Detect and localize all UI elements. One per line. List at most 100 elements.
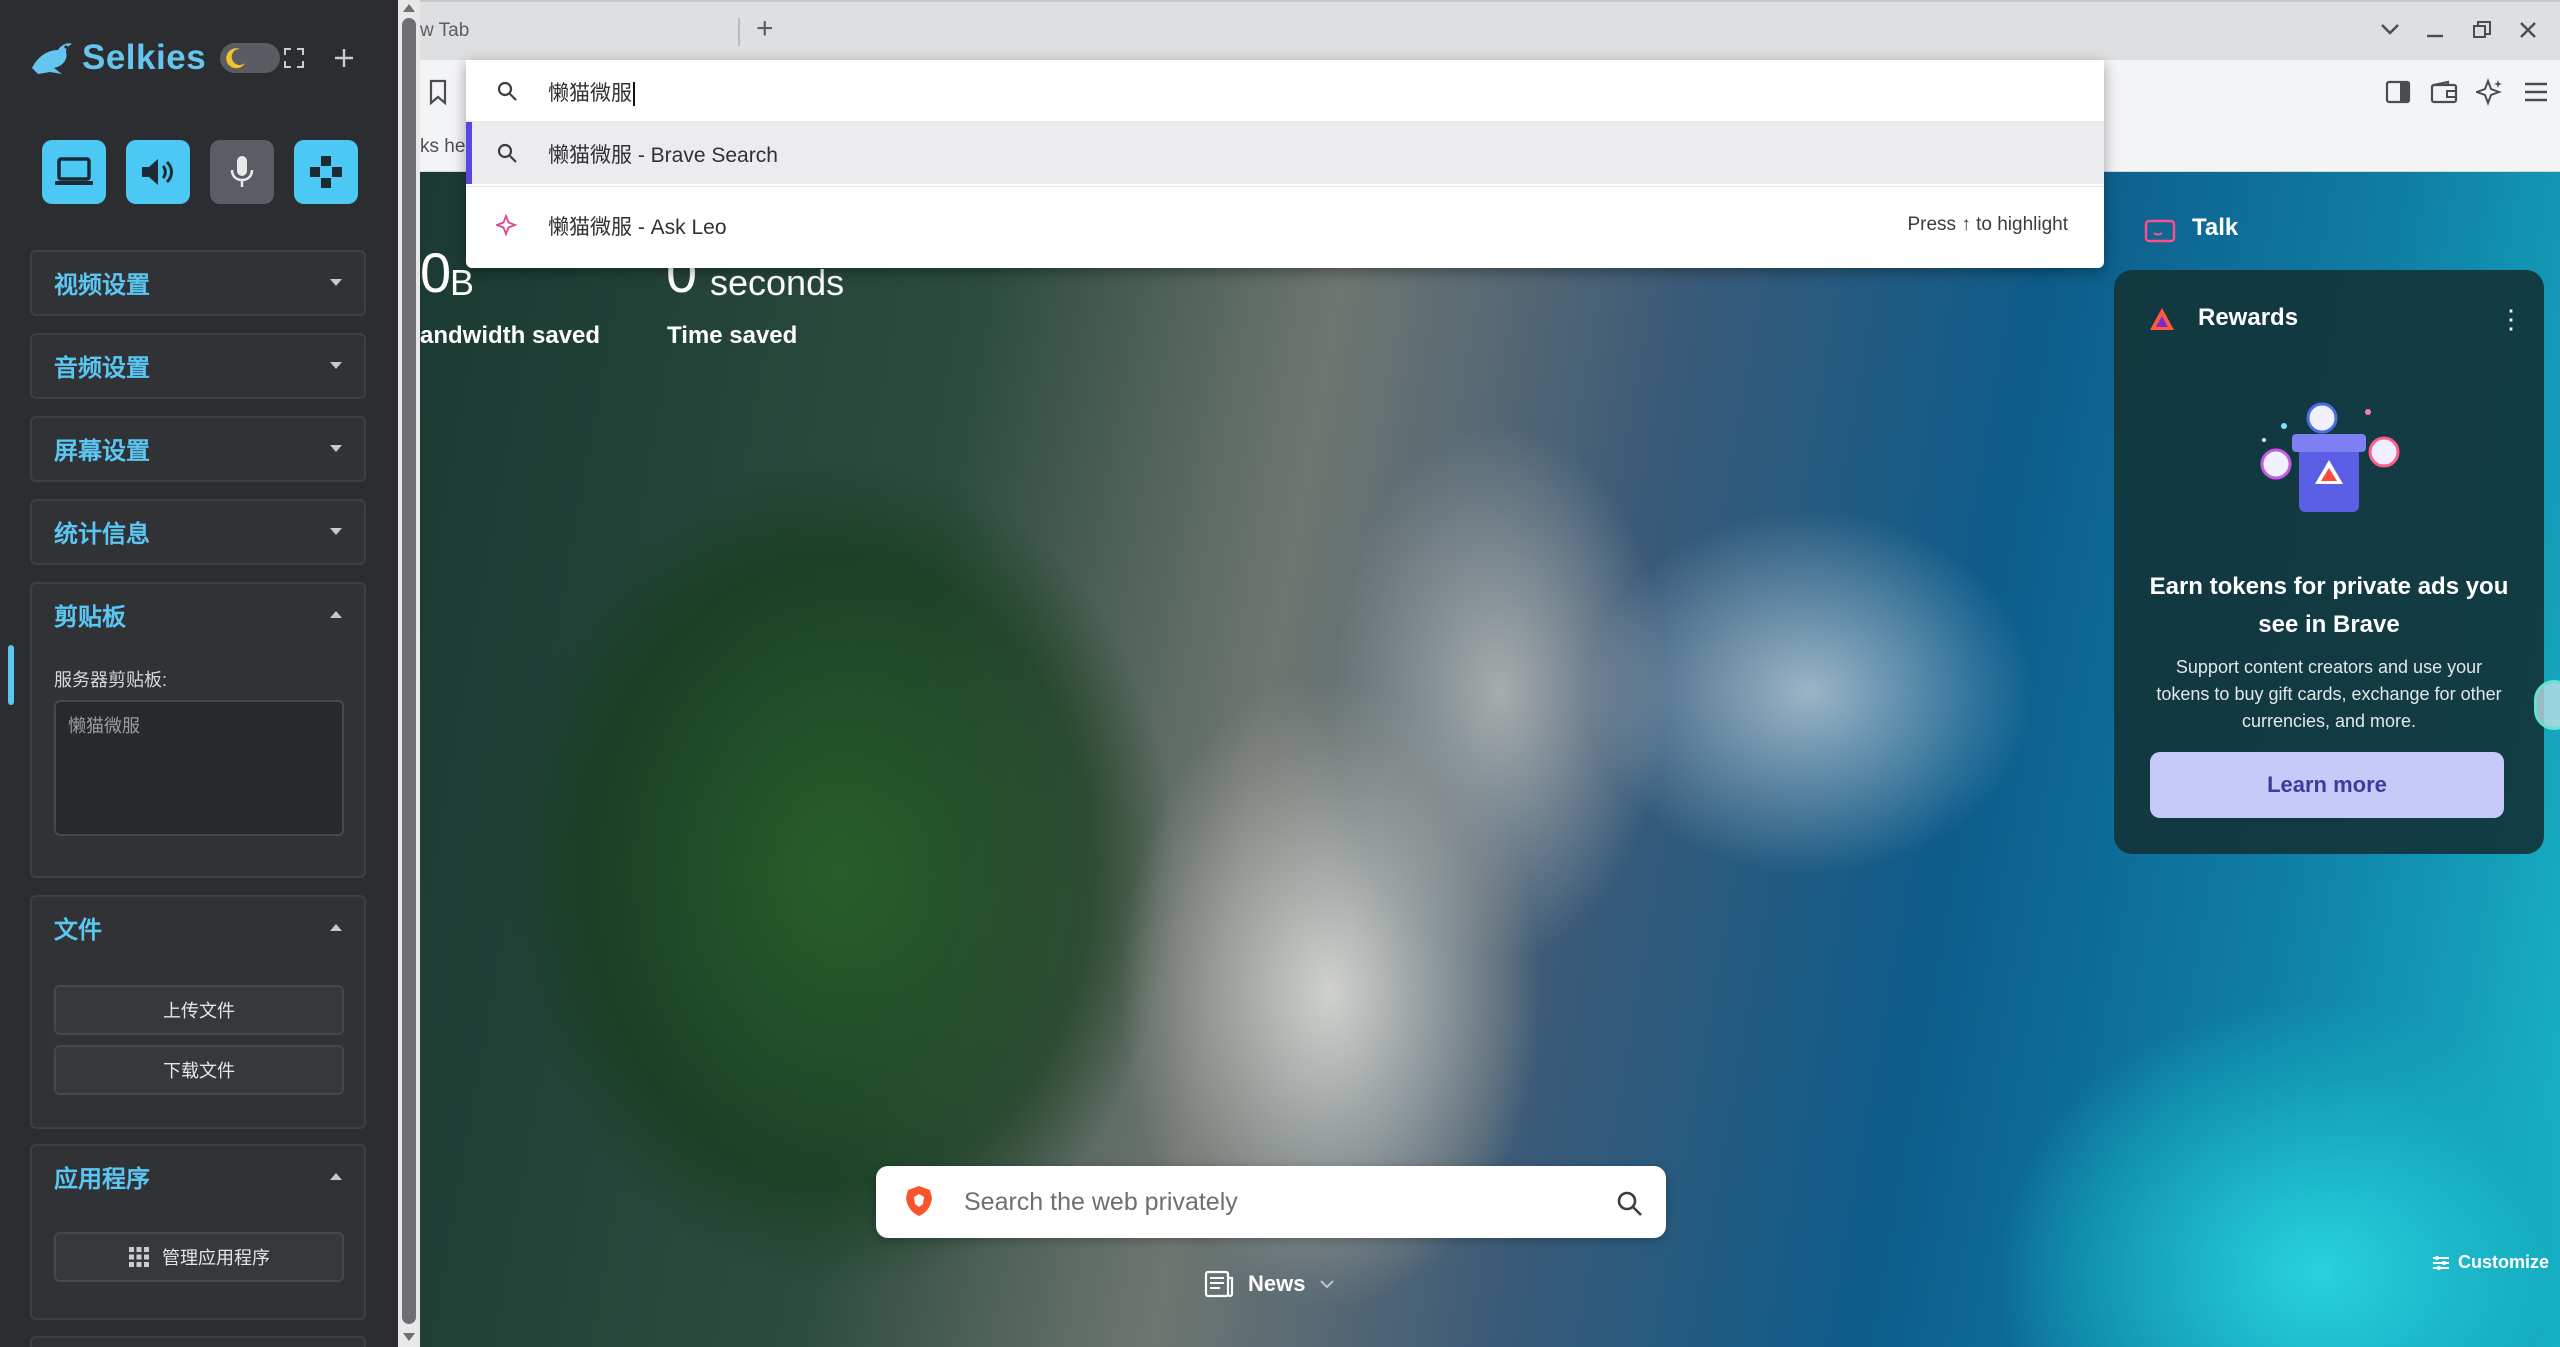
omnibox-dropdown: 懒猫微服 懒猫微服 - Brave Search 懒猫微服 - Ask Leo … xyxy=(466,60,2104,268)
panel-title: 视频设置 xyxy=(54,271,150,299)
server-clipboard-textarea[interactable]: 懒猫微服 xyxy=(54,700,344,836)
seal-logo-icon xyxy=(32,43,72,74)
screen-settings-panel[interactable]: 屏幕设置 xyxy=(30,416,366,482)
rewards-headline: Earn tokens for private ads you see in B… xyxy=(2149,573,2509,638)
active-indicator xyxy=(8,645,14,705)
next-panel[interactable] xyxy=(30,1336,366,1347)
microphone-toggle-button[interactable] xyxy=(210,140,274,204)
tab-separator xyxy=(738,18,740,46)
sidebar-scrollbar[interactable] xyxy=(398,0,420,1347)
tab-search-chevron-icon[interactable] xyxy=(2380,22,2400,36)
bandwidth-saved-label: andwidth saved xyxy=(420,322,601,349)
manage-apps-label: 管理应用程序 xyxy=(162,1248,270,1268)
video-settings-panel[interactable]: 视频设置 xyxy=(30,250,366,316)
suggestion-ask-leo[interactable]: 懒猫微服 - Ask Leo Press ↑ to highlight xyxy=(466,194,2104,256)
apps-panel: 应用程序 管理应用程序 xyxy=(30,1144,366,1320)
highlight-hint: Press ↑ to highlight xyxy=(1907,214,2068,235)
search-box[interactable]: Search the web privately xyxy=(876,1166,1666,1238)
time-saved-unit: seconds xyxy=(710,262,845,303)
panel-title: 文件 xyxy=(54,916,102,944)
wallet-icon[interactable] xyxy=(2426,74,2462,110)
fullscreen-icon[interactable] xyxy=(278,42,310,74)
clipboard-panel-header[interactable]: 剪贴板 xyxy=(32,584,364,644)
download-file-button[interactable]: 下载文件 xyxy=(54,1045,344,1095)
rewards-illustration-icon xyxy=(2260,402,2400,512)
microphone-icon xyxy=(230,156,254,187)
upload-file-label: 上传文件 xyxy=(163,1001,235,1021)
rewards-widget: Rewards ⋮ Earn tokens for private ads yo… xyxy=(2114,270,2544,854)
display-toggle-button[interactable] xyxy=(42,140,106,204)
chevron-up-icon xyxy=(330,923,342,931)
suggestion-brave-search[interactable]: 懒猫微服 - Brave Search xyxy=(466,122,2104,184)
search-icon xyxy=(497,143,517,163)
server-clipboard-label: 服务器剪贴板: xyxy=(54,670,168,690)
gamepad-icon xyxy=(310,156,342,188)
chevron-down-icon xyxy=(330,361,342,369)
more-options-icon[interactable]: ⋮ xyxy=(2498,304,2524,335)
divider xyxy=(466,186,2104,187)
leo-ai-icon[interactable] xyxy=(2472,74,2508,110)
scrollbar-thumb[interactable] xyxy=(402,18,416,1324)
browser-window: w Tab + ks he 0 B andwidth saved 0 secon… xyxy=(420,0,2560,1347)
bookmarks-bar-text[interactable]: ks he xyxy=(420,136,465,158)
sliders-icon xyxy=(2433,1255,2449,1270)
floating-widget-handle[interactable] xyxy=(2534,680,2560,730)
search-icon[interactable] xyxy=(1616,1190,1644,1218)
display-icon xyxy=(55,157,93,185)
audio-toggle-button[interactable] xyxy=(126,140,190,204)
news-label: News xyxy=(1248,1271,1306,1296)
files-panel-header[interactable]: 文件 xyxy=(32,897,364,957)
bandwidth-saved-value: 0 xyxy=(420,241,452,304)
panel-title: 音频设置 xyxy=(54,354,150,382)
toolbar-toggles xyxy=(42,140,358,204)
files-panel: 文件 上传文件 下载文件 xyxy=(30,895,366,1129)
add-icon[interactable] xyxy=(328,42,360,74)
grid-icon xyxy=(129,1247,149,1267)
menu-icon[interactable] xyxy=(2518,74,2554,110)
minimize-icon[interactable] xyxy=(2426,24,2444,38)
scroll-down-icon[interactable] xyxy=(403,1333,415,1341)
suggestion-text: 懒猫微服 - Ask Leo xyxy=(548,216,727,239)
chevron-up-icon xyxy=(330,610,342,618)
speaker-icon xyxy=(142,159,173,185)
search-placeholder: Search the web privately xyxy=(964,1188,1238,1216)
suggestion-text: 懒猫微服 - Brave Search xyxy=(548,144,778,167)
rewards-title: Rewards xyxy=(2198,304,2299,331)
close-icon[interactable] xyxy=(2518,20,2538,40)
address-bar-input[interactable]: 懒猫微服 xyxy=(548,77,635,107)
address-bar[interactable]: 懒猫微服 xyxy=(466,60,2104,122)
leo-icon xyxy=(496,214,518,236)
restore-icon[interactable] xyxy=(2472,20,2492,40)
audio-settings-panel[interactable]: 音频设置 xyxy=(30,333,366,399)
manage-apps-button[interactable]: 管理应用程序 xyxy=(54,1232,344,1282)
selkies-sidebar: Selkies 视频设置 音频设置 屏幕设置 统计信息 剪贴板 服务器剪贴板: … xyxy=(0,0,398,1347)
tab-strip: w Tab + xyxy=(420,0,2560,60)
video-call-icon xyxy=(2144,219,2176,243)
customize-button[interactable]: Customize xyxy=(2432,1252,2549,1273)
tab-title[interactable]: w Tab xyxy=(420,20,469,42)
download-file-label: 下载文件 xyxy=(163,1061,235,1081)
rewards-description: Support content creators and use your to… xyxy=(2156,657,2502,731)
upload-file-button[interactable]: 上传文件 xyxy=(54,985,344,1035)
app-title: Selkies xyxy=(82,38,207,77)
bat-triangle-icon xyxy=(2150,308,2174,330)
bookmark-icon[interactable] xyxy=(420,74,456,110)
learn-more-button[interactable]: Learn more xyxy=(2150,752,2504,818)
sidebar-header: Selkies xyxy=(28,30,368,86)
news-toggle[interactable]: News xyxy=(1204,1270,1335,1298)
apps-panel-header[interactable]: 应用程序 xyxy=(32,1146,364,1206)
talk-label: Talk xyxy=(2192,214,2239,241)
new-tab-icon[interactable]: + xyxy=(756,12,774,46)
talk-widget[interactable]: Talk xyxy=(2114,200,2560,260)
sidebar-toggle-icon[interactable] xyxy=(2380,74,2416,110)
chevron-up-icon xyxy=(330,1172,342,1180)
scroll-up-icon[interactable] xyxy=(403,4,415,12)
panel-title: 剪贴板 xyxy=(54,603,126,631)
gamepad-toggle-button[interactable] xyxy=(294,140,358,204)
theme-toggle[interactable] xyxy=(220,43,281,73)
newspaper-icon xyxy=(1204,1270,1234,1298)
clipboard-panel: 剪贴板 服务器剪贴板: 懒猫微服 xyxy=(30,582,366,878)
stats-panel[interactable]: 统计信息 xyxy=(30,499,366,565)
time-saved-label: Time saved xyxy=(667,322,798,349)
search-icon xyxy=(497,81,517,101)
